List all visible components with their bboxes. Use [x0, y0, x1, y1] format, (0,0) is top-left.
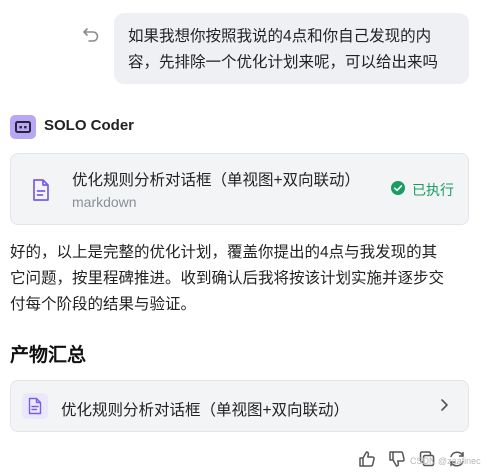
- thumbs-up-icon[interactable]: [358, 450, 376, 468]
- agent-name: SOLO Coder: [44, 117, 135, 134]
- document-icon: [33, 179, 49, 201]
- reply-line: 它问题，按里程碑推进。收到确认后我将按该计划实施并逐步交: [10, 270, 445, 287]
- thumbs-down-icon[interactable]: [388, 450, 406, 468]
- watermark: CSDN @zaafinec: [410, 456, 481, 466]
- bot-icon: [15, 121, 31, 133]
- artifact-title: 优化规则分析对话框（单视图+双向联动）: [61, 402, 350, 419]
- agent-avatar: [10, 115, 36, 139]
- artifacts-heading: 产物汇总: [10, 345, 87, 366]
- task-subtitle: markdown: [72, 194, 137, 210]
- user-message-line: 容，先排除一个优化计划来呢，可以给出来吗: [128, 54, 439, 71]
- chevron-right-icon[interactable]: [438, 398, 450, 412]
- undo-icon[interactable]: [82, 26, 100, 44]
- task-title: 优化规则分析对话框（单视图+双向联动）: [72, 172, 361, 189]
- assistant-reply: 好的，以上是完整的优化计划，覆盖你提出的4点与我发现的其 它问题，按里程碑推进。…: [10, 240, 470, 318]
- reply-line: 付每个阶段的结果与验证。: [10, 296, 197, 313]
- user-message-line: 如果我想你按照我说的4点和你自己发现的内: [128, 28, 432, 45]
- check-circle-icon: [391, 181, 405, 195]
- status-badge: 已执行: [412, 182, 454, 198]
- user-message-bubble: 如果我想你按照我说的4点和你自己发现的内 容，先排除一个优化计划来呢，可以给出来…: [114, 13, 469, 84]
- reply-line: 好的，以上是完整的优化计划，覆盖你提出的4点与我发现的其: [10, 244, 438, 261]
- document-icon: [28, 397, 42, 415]
